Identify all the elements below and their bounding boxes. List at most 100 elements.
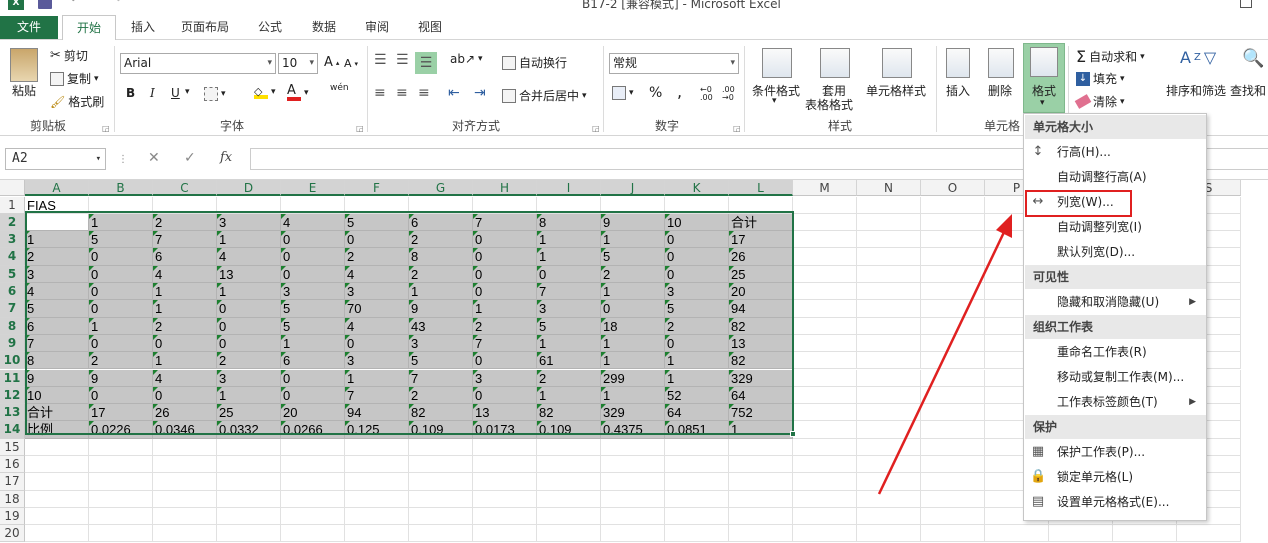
fill-button[interactable]: ↓ 填充 ▾ (1076, 70, 1125, 87)
align-top-icon[interactable]: ☰ (374, 52, 387, 68)
underline-button[interactable]: U (171, 86, 180, 100)
cell-i18[interactable] (537, 490, 601, 508)
row-header-10[interactable]: 10 (0, 352, 25, 370)
cell-m4[interactable] (793, 248, 857, 266)
row-header-8[interactable]: 8 (0, 317, 25, 335)
cell-o5[interactable] (921, 265, 985, 283)
cell-l1[interactable] (729, 196, 793, 214)
cell-k8[interactable]: 2 (665, 317, 729, 335)
undo-icon[interactable]: ↶ (70, 0, 82, 8)
tab-review[interactable]: 审阅 (354, 15, 400, 40)
cell-o7[interactable] (921, 300, 985, 318)
cell-f15[interactable] (345, 438, 409, 456)
column-header-m[interactable]: M (793, 180, 857, 196)
cell-a8[interactable]: 6 (25, 317, 89, 335)
cell-k17[interactable] (665, 473, 729, 491)
cell-n2[interactable] (857, 213, 921, 232)
cell-o3[interactable] (921, 231, 985, 249)
tab-formulas[interactable]: 公式 (246, 15, 294, 40)
cell-n12[interactable] (857, 386, 921, 405)
cell-d3[interactable]: 1 (217, 231, 281, 249)
tab-home[interactable]: 开始 (62, 15, 116, 42)
cell-l14[interactable]: 1 (729, 421, 793, 439)
cell-a3[interactable]: 1 (25, 231, 89, 249)
name-box[interactable]: A2 ▾ (5, 148, 106, 170)
cell-n4[interactable] (857, 248, 921, 266)
cell-h15[interactable] (473, 438, 537, 456)
cell-c8[interactable]: 2 (153, 317, 217, 335)
menu-item[interactable]: ↕ 行高(H)... (1025, 140, 1206, 164)
column-header-h[interactable]: H (473, 180, 537, 196)
cell-n14[interactable] (857, 421, 921, 439)
cell-g4[interactable]: 8 (409, 248, 473, 266)
cell-j18[interactable] (601, 490, 665, 508)
row-header-19[interactable]: 19 (0, 507, 25, 526)
cell-j8[interactable]: 18 (601, 317, 665, 335)
column-header-l[interactable]: L (729, 180, 793, 196)
cell-a4[interactable]: 2 (25, 248, 89, 266)
cell-k20[interactable] (665, 525, 729, 543)
row-header-5[interactable]: 5 (0, 265, 25, 283)
cell-d8[interactable]: 0 (217, 317, 281, 335)
autosum-button[interactable]: Σ 自动求和 ▾ (1076, 47, 1145, 66)
cell-g15[interactable] (409, 438, 473, 456)
menu-item[interactable]: 默认列宽(D)... (1025, 240, 1206, 264)
cell-k6[interactable]: 3 (665, 283, 729, 301)
row-header-9[interactable]: 9 (0, 334, 25, 353)
cell-e7[interactable]: 5 (281, 300, 345, 318)
cell-n3[interactable] (857, 231, 921, 249)
cell-a11[interactable]: 9 (25, 369, 89, 387)
cell-j20[interactable] (601, 525, 665, 543)
cell-n8[interactable] (857, 317, 921, 335)
cell-m6[interactable] (793, 283, 857, 301)
cell-b14[interactable]: 0.0226 (89, 421, 153, 439)
cell-b4[interactable]: 0 (89, 248, 153, 266)
cell-e5[interactable]: 0 (281, 265, 345, 283)
cell-k5[interactable]: 0 (665, 265, 729, 283)
comma-button[interactable]: , (677, 82, 682, 101)
cell-g12[interactable]: 2 (409, 386, 473, 405)
cell-n18[interactable] (857, 490, 921, 508)
cell-e12[interactable]: 0 (281, 386, 345, 405)
cell-o1[interactable] (921, 196, 985, 214)
cell-m16[interactable] (793, 456, 857, 474)
restore-icon[interactable] (1240, 0, 1252, 8)
cell-b7[interactable]: 0 (89, 300, 153, 318)
cell-m17[interactable] (793, 473, 857, 491)
number-launcher-icon[interactable]: ◲ (733, 124, 741, 133)
cell-s20[interactable] (1177, 525, 1241, 543)
find-select-button[interactable]: 查找和 (1230, 82, 1266, 99)
cell-i12[interactable]: 1 (537, 386, 601, 405)
enter-icon[interactable]: ✓ (184, 150, 196, 166)
font-name-combo[interactable]: Arial ▾ (120, 53, 276, 74)
cell-j11[interactable]: 299 (601, 369, 665, 387)
increase-font-icon[interactable]: A ▴ (324, 55, 339, 70)
cell-a9[interactable]: 7 (25, 334, 89, 353)
cell-e13[interactable]: 20 (281, 404, 345, 422)
cell-a15[interactable] (25, 438, 89, 456)
decrease-indent-icon[interactable]: ⇤ (448, 85, 460, 101)
cell-j16[interactable] (601, 456, 665, 474)
merge-center-button[interactable]: 合并后居中 ▾ (502, 87, 587, 104)
menu-item[interactable]: 自动调整列宽(I) (1025, 215, 1206, 239)
cell-b5[interactable]: 0 (89, 265, 153, 283)
cell-d17[interactable] (217, 473, 281, 491)
cell-o17[interactable] (921, 473, 985, 491)
cell-m5[interactable] (793, 265, 857, 283)
cell-l18[interactable] (729, 490, 793, 508)
table-format-button-line2[interactable]: 表格格式 (805, 96, 853, 113)
cell-l4[interactable]: 26 (729, 248, 793, 266)
clear-button[interactable]: 清除 ▾ (1074, 93, 1125, 110)
cell-f19[interactable] (345, 507, 409, 526)
bold-button[interactable]: B (126, 86, 135, 100)
cell-a12[interactable]: 10 (25, 386, 89, 405)
cell-l15[interactable] (729, 438, 793, 456)
cell-i20[interactable] (537, 525, 601, 543)
align-center-icon[interactable]: ≡ (396, 85, 408, 101)
cell-c10[interactable]: 1 (153, 352, 217, 370)
row-header-1[interactable]: 1 (0, 196, 25, 214)
increase-decimal-icon[interactable]: ←0.00 (700, 86, 713, 102)
row-header-18[interactable]: 18 (0, 490, 25, 508)
cell-o6[interactable] (921, 283, 985, 301)
cell-l9[interactable]: 13 (729, 334, 793, 353)
